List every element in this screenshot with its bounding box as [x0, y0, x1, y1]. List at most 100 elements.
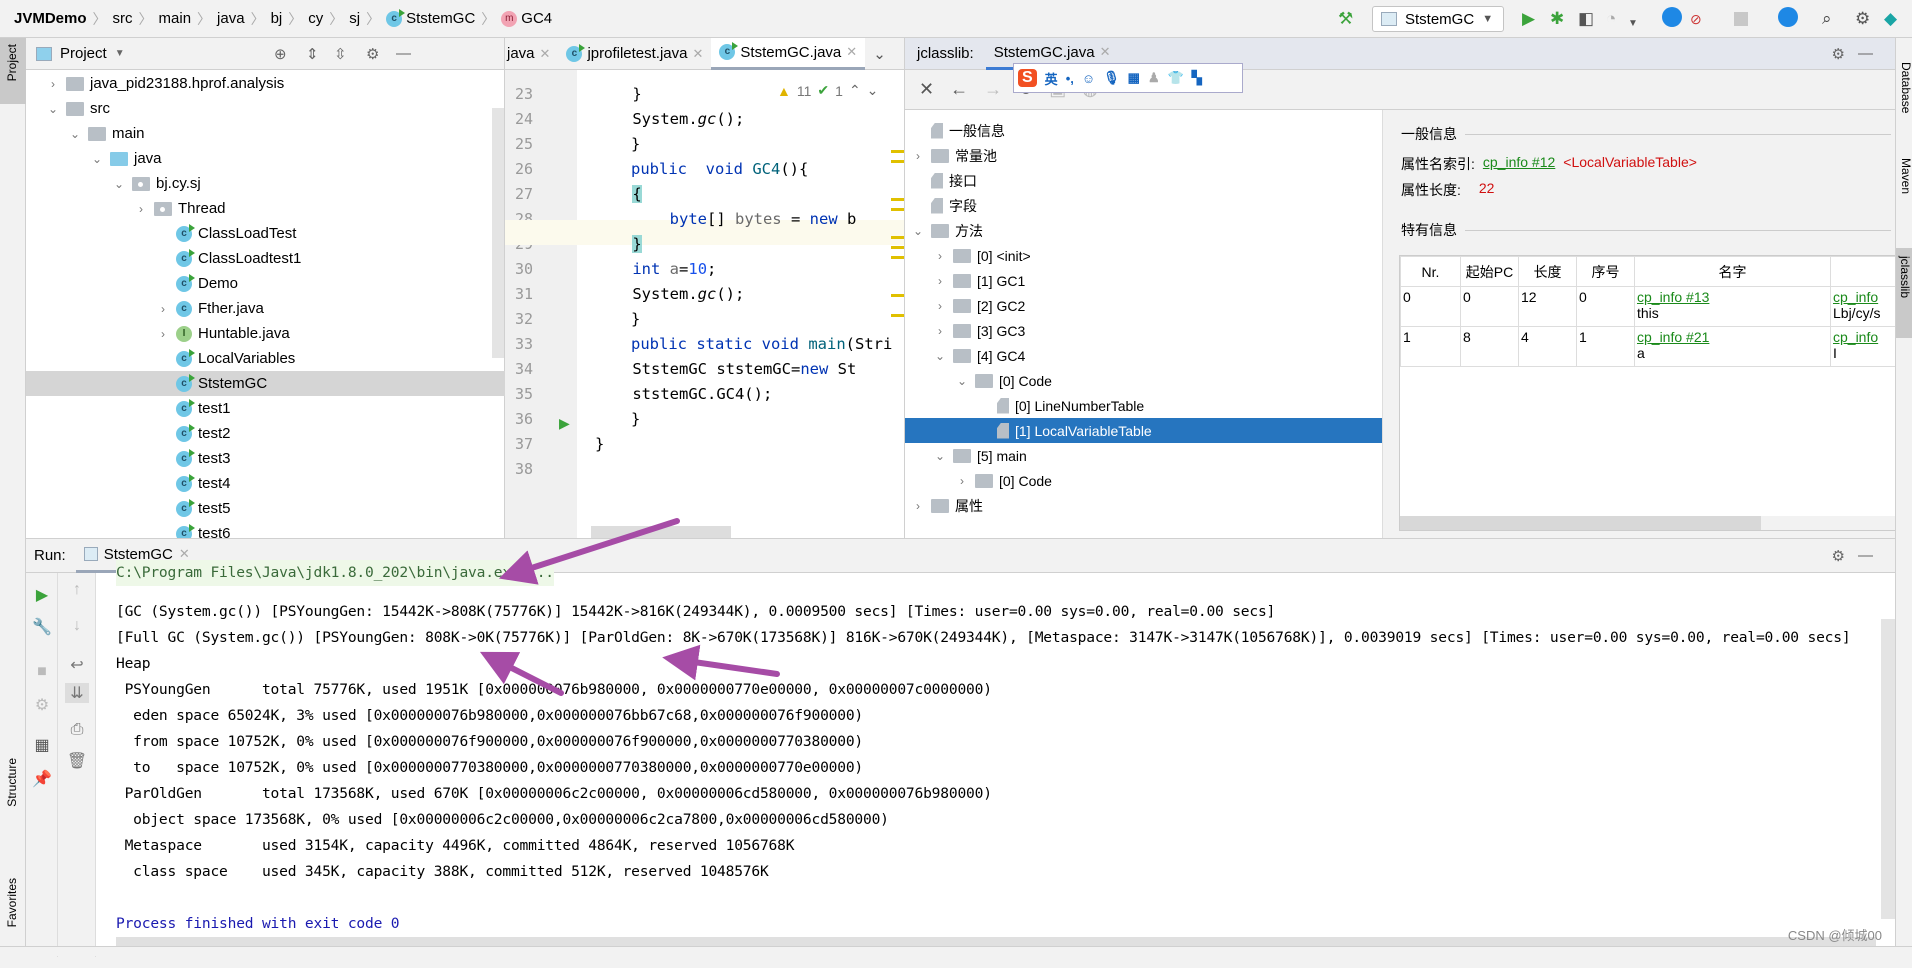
code-line[interactable]: } — [595, 82, 641, 107]
user-icon[interactable]: ♟ — [1148, 70, 1160, 86]
jclasslib-tool-button[interactable]: jclasslib — [1896, 248, 1912, 338]
database-tool-button[interactable]: Database — [1899, 62, 1912, 113]
column-length[interactable]: 长度 — [1518, 256, 1577, 287]
build-hammer-icon[interactable]: ⚒ — [1338, 9, 1353, 29]
error-stripe[interactable] — [891, 150, 904, 350]
gear-icon[interactable]: ⚙ — [1832, 547, 1845, 565]
class-tree-item[interactable]: ⌄ 方法 — [905, 218, 1382, 243]
expand-chevron-icon[interactable]: ⌄ — [933, 449, 947, 463]
code-line[interactable]: { — [595, 182, 642, 207]
code-line[interactable]: byte[] bytes = new b — [595, 207, 857, 232]
horizontal-scrollbar[interactable] — [591, 526, 731, 538]
jprofiler-attach-icon[interactable] — [1778, 7, 1798, 27]
settings-gear-icon[interactable]: ⚙ — [1855, 9, 1870, 29]
column-descriptor[interactable] — [1830, 256, 1895, 287]
close-icon[interactable]: ✕ — [846, 44, 857, 60]
class-tree-item[interactable]: › [0] <init> — [905, 243, 1382, 268]
jprofiler-icon[interactable] — [1662, 7, 1682, 27]
console-vertical-scrollbar[interactable] — [1881, 619, 1895, 919]
expand-chevron-icon[interactable]: › — [955, 474, 969, 488]
grid-icon[interactable]: ▚ — [1192, 70, 1202, 86]
mic-icon[interactable]: 🎙 — [1103, 70, 1120, 86]
class-tree-item[interactable]: [1] LocalVariableTable — [905, 418, 1382, 443]
name-index-link[interactable]: cp_info #12 — [1483, 154, 1555, 174]
tabs-overflow-chevron-icon[interactable]: ⌄ — [865, 38, 894, 70]
class-tree-item[interactable]: 一般信息 — [905, 118, 1382, 143]
breadcrumb-src[interactable]: src — [107, 10, 139, 27]
breadcrumb-cy[interactable]: cy — [302, 10, 329, 27]
class-tree-item[interactable]: ⌄ [4] GC4 — [905, 343, 1382, 368]
search-icon[interactable]: ⌕ — [1822, 9, 1832, 29]
close-icon[interactable]: ✕ — [919, 79, 934, 100]
class-tree-item[interactable]: › [0] Code — [905, 468, 1382, 493]
class-tree-item[interactable]: 字段 — [905, 193, 1382, 218]
code-line[interactable]: ststemGC.GC4(); — [595, 382, 772, 407]
back-arrow-icon[interactable]: ← — [950, 79, 968, 100]
gear-icon[interactable]: ⚙ — [366, 45, 379, 63]
expand-chevron-icon[interactable]: › — [933, 249, 947, 263]
expand-chevron-icon[interactable]: ⌄ — [933, 349, 947, 363]
code-line[interactable]: int a=10; — [595, 257, 716, 282]
maven-tool-button[interactable]: Maven — [1899, 158, 1912, 194]
close-icon[interactable]: ✕ — [1100, 44, 1111, 60]
project-tree-item[interactable]: ⌄ src — [26, 96, 505, 121]
expand-chevron-icon[interactable]: ⌄ — [112, 177, 126, 191]
class-tree-item[interactable]: [0] LineNumberTable — [905, 393, 1382, 418]
skin-icon[interactable]: 👕 — [1168, 70, 1184, 86]
project-panel-title[interactable]: Project — [60, 45, 107, 62]
class-tree-item[interactable]: › [3] GC3 — [905, 318, 1382, 343]
plugin-logo-icon[interactable]: ◆ — [1884, 9, 1897, 29]
project-tree-item[interactable]: › java_pid23188.hprof.analysis — [26, 71, 505, 96]
project-tree-item[interactable]: › I Huntable.java — [26, 321, 505, 346]
hide-icon[interactable]: — — [396, 45, 411, 62]
code-line[interactable]: } — [595, 132, 640, 157]
breadcrumb-java[interactable]: java — [211, 10, 251, 27]
class-tree-item[interactable]: ⌄ [0] Code — [905, 368, 1382, 393]
project-tree-item[interactable]: ⌄ java — [26, 146, 505, 171]
project-tool-button[interactable]: Project — [0, 38, 26, 104]
close-icon[interactable]: ✕ — [540, 46, 551, 62]
coverage-icon[interactable]: ◧ — [1578, 9, 1594, 29]
expand-chevron-icon[interactable]: › — [156, 327, 170, 341]
project-tree-item[interactable]: c LocalVariables — [26, 346, 505, 371]
project-tree-item[interactable]: c Demo — [26, 271, 505, 296]
locate-icon[interactable]: ⊕ — [274, 45, 287, 63]
expand-chevron-icon[interactable]: › — [134, 202, 148, 216]
expand-chevron-icon[interactable]: ⌄ — [46, 102, 60, 116]
keyboard-icon[interactable]: ▦ — [1128, 70, 1140, 86]
ime-mode[interactable]: 英 — [1045, 69, 1058, 88]
project-tree-item[interactable]: c test4 — [26, 471, 505, 496]
project-tree-item[interactable]: c test1 — [26, 396, 505, 421]
console-output[interactable]: C:\Program Files\Java\jdk1.8.0_202\bin\j… — [26, 560, 1895, 957]
profile-icon[interactable]: ◔ — [1606, 9, 1616, 29]
project-tree-item[interactable]: › c Fther.java — [26, 296, 505, 321]
emoji-icon[interactable]: ☺ — [1082, 71, 1095, 86]
expand-chevron-icon[interactable]: › — [933, 324, 947, 338]
code-line[interactable]: } — [595, 232, 642, 257]
expand-chevron-icon[interactable]: › — [156, 302, 170, 316]
expand-chevron-icon[interactable]: ⌄ — [68, 127, 82, 141]
debug-icon[interactable]: ✱ — [1550, 9, 1564, 29]
project-tree-item[interactable]: c StstemGC — [26, 371, 505, 396]
table-row[interactable]: 1 8 4 1 cp_info #21 a cp_info I — [1400, 326, 1895, 367]
expand-chevron-icon[interactable]: › — [933, 274, 947, 288]
expand-chevron-icon[interactable]: ⌄ — [911, 224, 925, 238]
tab-java[interactable]: java ✕ — [505, 38, 558, 70]
project-tree-item[interactable]: › Thread — [26, 196, 505, 221]
run-icon[interactable]: ▶ — [1522, 9, 1535, 29]
breadcrumb-bj[interactable]: bj — [265, 10, 289, 27]
collapse-all-icon[interactable]: ⇳ — [334, 45, 347, 63]
code-line[interactable]: StstemGC ststemGC=new St — [595, 357, 856, 382]
class-tree-item[interactable]: › [1] GC1 — [905, 268, 1382, 293]
class-tree-item[interactable]: › 常量池 — [905, 143, 1382, 168]
code-line[interactable]: } — [595, 307, 640, 332]
expand-chevron-icon[interactable]: › — [46, 77, 60, 91]
descriptor-link[interactable]: cp_info — [1833, 329, 1895, 345]
attach-debugger-icon[interactable]: ⊘ — [1690, 9, 1702, 29]
expand-chevron-icon[interactable]: › — [933, 299, 947, 313]
code-line[interactable]: System.gc(); — [595, 107, 744, 132]
expand-chevron-icon[interactable]: › — [911, 149, 925, 163]
expand-all-icon[interactable]: ⇕ — [306, 45, 319, 63]
column-name[interactable]: 名字 — [1634, 256, 1831, 287]
class-tree-item[interactable]: › 属性 — [905, 493, 1382, 518]
